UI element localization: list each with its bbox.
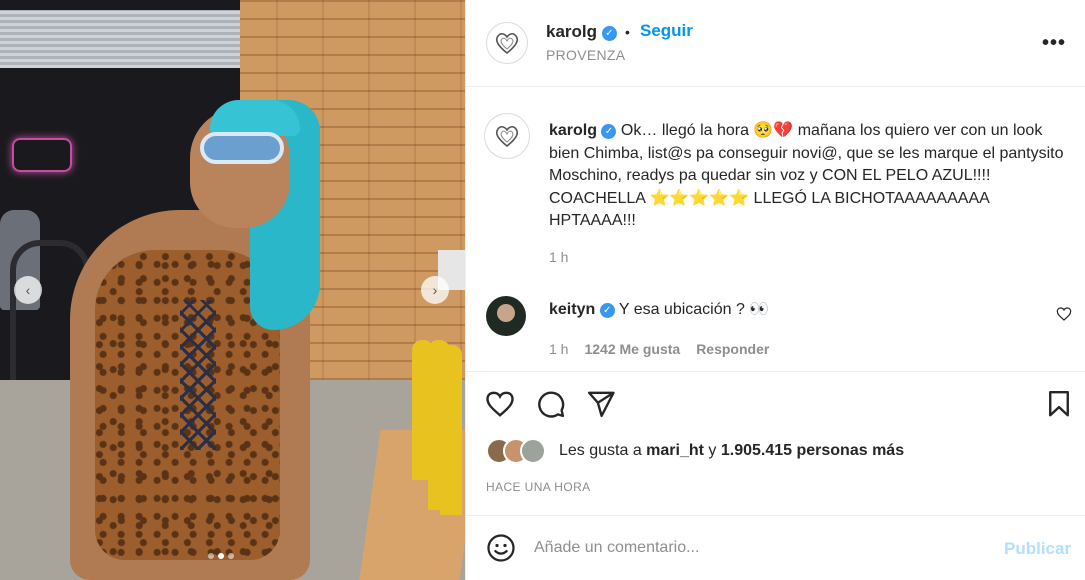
author-username[interactable]: karolg ✓ <box>546 22 617 42</box>
comment-likes[interactable]: 1242 Me gusta <box>584 341 680 357</box>
sunglasses <box>200 132 284 164</box>
carousel-dot-active <box>218 553 224 559</box>
heart-logo-icon <box>495 125 519 148</box>
more-options-icon[interactable]: ••• <box>1042 32 1066 55</box>
lace-up-detail <box>180 300 216 450</box>
separator-bullet: • <box>625 24 630 40</box>
heart-icon[interactable] <box>485 389 515 419</box>
caption-username[interactable]: karolg <box>549 122 597 139</box>
post-modal: ‹ › karolg ✓ • Seguir PROVENZA ••• karol… <box>0 0 1085 580</box>
share-icon[interactable] <box>586 389 616 419</box>
author-avatar[interactable] <box>486 22 528 64</box>
verified-badge-icon: ✓ <box>601 124 617 139</box>
bookmark-icon[interactable] <box>1044 389 1074 419</box>
comment-time[interactable]: 1 h <box>549 341 568 357</box>
post-photo[interactable]: ‹ › <box>0 0 465 580</box>
comment-input[interactable] <box>534 534 974 562</box>
comment-bar: Publicar <box>466 515 1085 580</box>
carousel-dot <box>228 553 234 559</box>
comment-icon[interactable] <box>536 389 566 419</box>
emoji-icon[interactable] <box>486 533 516 563</box>
comment-like-icon[interactable] <box>1056 306 1072 322</box>
post-sidebar: karolg ✓ • Seguir PROVENZA ••• karolg ✓ … <box>465 0 1085 580</box>
author-name[interactable]: karolg <box>546 22 597 41</box>
verified-badge-icon: ✓ <box>601 26 617 41</box>
verified-badge-icon: ✓ <box>599 303 615 318</box>
comment-meta: 1 h 1242 Me gusta Responder <box>549 341 769 357</box>
likes-summary: Les gusta a mari_ht y 1.905.415 personas… <box>559 442 904 460</box>
commenter-avatar[interactable] <box>486 296 526 336</box>
publish-button[interactable]: Publicar <box>1004 539 1071 559</box>
post-timestamp[interactable]: HACE UNA HORA <box>486 480 591 494</box>
heart-logo-icon <box>495 32 519 55</box>
reply-button[interactable]: Responder <box>696 341 769 357</box>
chevron-right-icon: › <box>432 282 438 298</box>
comment-username[interactable]: keityn <box>549 301 595 318</box>
follow-button[interactable]: Seguir <box>640 21 693 41</box>
comment: keityn ✓ Y esa ubicación ? 👀 <box>549 299 769 319</box>
liker-avatar <box>520 438 546 464</box>
post-header: karolg ✓ • Seguir PROVENZA ••• <box>466 0 1085 87</box>
garage-shutter <box>0 10 240 68</box>
caption-time[interactable]: 1 h <box>549 249 568 265</box>
carousel-dots <box>208 553 234 559</box>
blue-hair-top <box>210 100 300 136</box>
caption-text: Ok… llegó la hora 🥺💔 mañana los quiero v… <box>549 122 1064 229</box>
chevron-left-icon: ‹ <box>25 282 31 298</box>
likes-prefix: Les gusta a <box>559 442 647 459</box>
caption-avatar[interactable] <box>484 113 530 159</box>
divider <box>466 371 1085 372</box>
liker-avatars[interactable] <box>486 438 546 464</box>
carousel-prev-button[interactable]: ‹ <box>14 276 42 304</box>
neon-sign <box>12 138 72 172</box>
likes-middle: y <box>703 442 721 459</box>
comment-text: Y esa ubicación ? 👀 <box>618 301 770 318</box>
liker-username[interactable]: mari_ht <box>646 442 704 459</box>
likes-count[interactable]: 1.905.415 personas más <box>721 442 904 459</box>
caption: karolg ✓ Ok… llegó la hora 🥺💔 mañana los… <box>549 120 1069 233</box>
carousel-next-button[interactable]: › <box>421 276 449 304</box>
yellow-post <box>440 345 462 515</box>
carousel-dot <box>208 553 214 559</box>
post-location[interactable]: PROVENZA <box>546 47 625 63</box>
